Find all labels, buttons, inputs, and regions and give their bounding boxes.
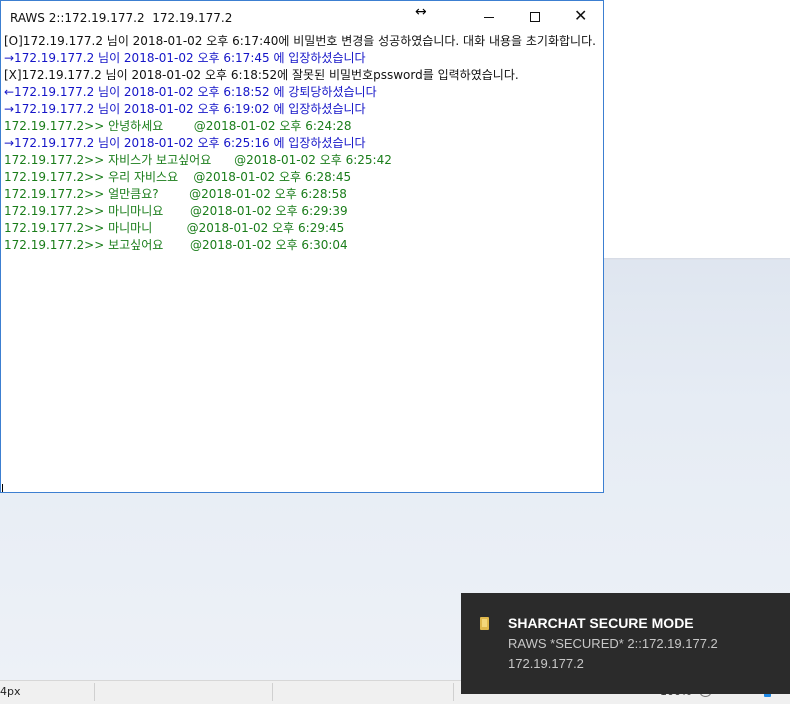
notification-toast[interactable]: SHARCHAT SECURE MODE RAWS *SECURED* 2::1… <box>461 593 790 694</box>
window-title: RAWS 2::172.19.177.2 172.19.177.2 <box>10 11 233 25</box>
status-divider <box>453 683 454 701</box>
message-line: [O]172.19.177.2 님이 2018-01-02 오후 6:17:40… <box>4 34 596 48</box>
message-line: →172.19.177.2 님이 2018-01-02 오후 6:25:16 에… <box>4 136 366 150</box>
message-line: 172.19.177.2>> 우리 자비스요 @2018-01-02 오후 6:… <box>4 170 352 184</box>
chat-window: RAWS 2::172.19.177.2 172.19.177.2 ↔ ✕ [O… <box>0 0 604 493</box>
message-line: 172.19.177.2>> 마니마니요 @2018-01-02 오후 6:29… <box>4 204 348 218</box>
close-icon: ✕ <box>574 6 588 25</box>
message-line: 172.19.177.2>> 보고싶어요 @2018-01-02 오후 6:30… <box>4 238 348 252</box>
status-divider <box>94 683 95 701</box>
message-line: 172.19.177.2>> 얼만큼요? @2018-01-02 오후 6:28… <box>4 187 347 201</box>
message-line: [X]172.19.177.2 님이 2018-01-02 오후 6:18:52… <box>4 68 519 82</box>
title-bar[interactable]: RAWS 2::172.19.177.2 172.19.177.2 ↔ ✕ <box>1 1 603 33</box>
minimize-button[interactable] <box>466 1 512 33</box>
close-button[interactable]: ✕ <box>558 1 604 33</box>
message-line: 172.19.177.2>> 마니마니 @2018-01-02 오후 6:29:… <box>4 221 345 235</box>
message-list[interactable]: [O]172.19.177.2 님이 2018-01-02 오후 6:17:40… <box>4 33 600 488</box>
message-line: ←172.19.177.2 님이 2018-01-02 오후 6:18:52 에… <box>4 85 377 99</box>
message-line: 172.19.177.2>> 자비스가 보고싶어요 @2018-01-02 오후… <box>4 153 392 167</box>
text-caret <box>2 484 3 492</box>
maximize-icon <box>530 12 540 22</box>
message-line: →172.19.177.2 님이 2018-01-02 오후 6:17:45 에… <box>4 51 366 65</box>
resize-cursor-icon: ↔ <box>415 4 427 20</box>
notification-line: RAWS *SECURED* 2::172.19.177.2 <box>508 636 718 651</box>
minimize-icon <box>484 17 494 18</box>
folder-icon <box>480 617 489 630</box>
message-line: →172.19.177.2 님이 2018-01-02 오후 6:19:02 에… <box>4 102 366 116</box>
status-position-text: 4px <box>0 685 21 698</box>
message-line: 172.19.177.2>> 안녕하세요 @2018-01-02 오후 6:24… <box>4 119 352 133</box>
notification-title: SHARCHAT SECURE MODE <box>508 615 694 631</box>
maximize-button[interactable] <box>512 1 558 33</box>
notification-line: 172.19.177.2 <box>508 656 584 671</box>
status-divider <box>272 683 273 701</box>
